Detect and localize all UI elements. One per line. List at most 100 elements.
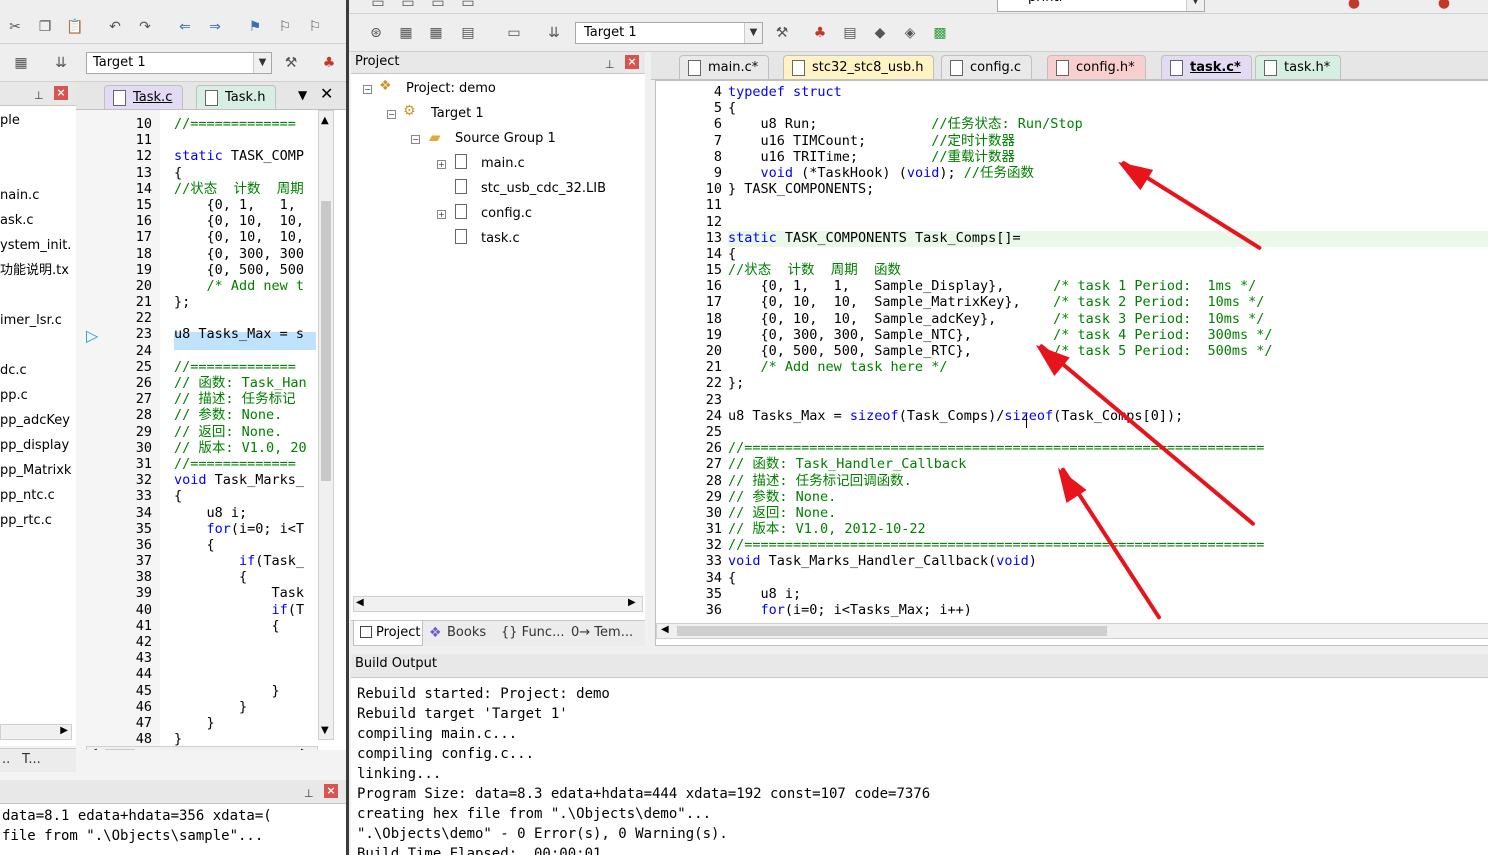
load-icon[interactable]: ⇊	[52, 54, 70, 72]
redo-icon[interactable]: ↷	[136, 18, 154, 36]
bg-list-hscroll[interactable]: ▶	[0, 724, 72, 740]
list-item[interactable]: ask.c	[0, 208, 34, 233]
find-combo[interactable]: printf ▼	[997, 0, 1205, 12]
pin-icon[interactable]: ⊥	[605, 55, 615, 75]
scroll-thumb[interactable]	[321, 201, 331, 481]
scroll-thumb[interactable]	[677, 626, 1107, 636]
diamond-icon[interactable]: ◆	[871, 24, 889, 42]
target-select[interactable]: Target 1 ▼	[575, 22, 763, 44]
project-hscroll[interactable]: ◀ ▶	[353, 596, 643, 612]
paste-icon[interactable]: 📋	[66, 18, 84, 36]
editor-hscroll[interactable]: ◀	[656, 623, 1488, 639]
save-icon[interactable]: ▭	[429, 0, 447, 12]
tab-functions[interactable]: {} Func...	[501, 622, 564, 644]
pin-icon[interactable]: ⊥	[304, 784, 314, 804]
bg-tab-task-c[interactable]: Task.c	[104, 85, 184, 109]
manage-icon[interactable]: ♣	[811, 24, 829, 42]
stop-build-icon[interactable]: ▭	[505, 24, 523, 42]
scroll-down-icon[interactable]: ▼	[321, 725, 329, 736]
list-item[interactable]: imer_lsr.c	[0, 308, 62, 333]
bg-tab-templates[interactable]: T...	[22, 749, 41, 771]
select-packs-icon[interactable]: ▤	[841, 24, 859, 42]
build-icon[interactable]: ▦	[12, 54, 30, 72]
tree-item-main-c[interactable]: main.c	[481, 151, 525, 176]
list-item[interactable]: pp.c	[0, 383, 28, 408]
list-item[interactable]: pp_adcKey	[0, 408, 70, 433]
gem-icon[interactable]: ◈	[901, 24, 919, 42]
cut-icon[interactable]: ✂	[6, 18, 24, 36]
tab-books[interactable]: Books	[447, 622, 486, 644]
close-icon[interactable]: ×	[625, 55, 639, 69]
list-item[interactable]: dc.c	[0, 358, 27, 383]
expand-icon[interactable]: +	[437, 210, 446, 219]
tab-stc32-usb-h[interactable]: stc32_stc8_usb.h	[783, 55, 935, 79]
load-icon[interactable]: ⇊	[545, 24, 563, 42]
bg-code-vscroll[interactable]: ▲ ▼	[318, 110, 334, 740]
tab-task-h[interactable]: task.h*	[1255, 55, 1342, 79]
tree-item-task-c[interactable]: task.c	[481, 226, 520, 251]
bookmark-icon[interactable]: ⚑	[246, 18, 264, 36]
expand-icon[interactable]: +	[437, 160, 446, 169]
nav-back-icon[interactable]: ⇐	[176, 18, 194, 36]
tab-list-icon[interactable]: ▼	[298, 88, 307, 102]
tree-item-target[interactable]: Target 1	[431, 101, 484, 126]
list-item[interactable]: pp_display	[0, 433, 69, 458]
bg-tab-books[interactable]: ..	[2, 749, 10, 771]
close-icon[interactable]: ×	[324, 784, 338, 798]
save-all-icon[interactable]: ▭	[459, 0, 477, 12]
code-editor[interactable]: 4 typedef struct 5{6 u8 Run; //任务状态: Run/S…	[655, 80, 1488, 646]
collapse-icon[interactable]: −	[411, 135, 420, 144]
scroll-left-icon[interactable]: ◀	[661, 624, 669, 635]
new-file-icon[interactable]: ▭	[369, 0, 387, 12]
scroll-thumb[interactable]	[105, 749, 135, 750]
collapse-icon[interactable]: −	[363, 85, 372, 94]
scroll-right-icon[interactable]: ▶	[628, 597, 636, 608]
tab-task-c[interactable]: task.c*	[1161, 55, 1252, 79]
list-item[interactable]: pp_ntc.c	[0, 483, 55, 508]
translate-icon[interactable]: ⊛	[367, 24, 385, 42]
list-item[interactable]: pp_Matrixk	[0, 458, 71, 483]
scroll-left-icon[interactable]: ◀	[356, 597, 364, 608]
tree-item-project[interactable]: Project: demo	[406, 76, 496, 101]
pin-icon[interactable]: ⊥	[34, 86, 44, 106]
manage-icon[interactable]: ♣	[320, 54, 338, 72]
undo-icon[interactable]: ↶	[106, 18, 124, 36]
batch-build-icon[interactable]: ▤	[459, 24, 477, 42]
list-item[interactable]: ple	[0, 108, 20, 133]
build-icon[interactable]: ▦	[397, 24, 415, 42]
tree-item-config-c[interactable]: config.c	[481, 201, 532, 226]
tab-config-h[interactable]: config.h*	[1047, 55, 1146, 79]
options-icon[interactable]: ⚒	[282, 54, 300, 72]
build-output-panel[interactable]: Rebuild started: Project: demo Rebuild ta…	[351, 678, 1488, 855]
scroll-left-icon[interactable]: ◀	[89, 747, 97, 750]
bookmark-next-icon[interactable]: ⚐	[306, 18, 324, 36]
bg-tab-task-h[interactable]: Task.h	[196, 85, 277, 109]
rebuild-icon[interactable]: ▦	[427, 24, 445, 42]
list-item[interactable]: nain.c	[0, 183, 39, 208]
tab-templates[interactable]: 0→ Tem...	[571, 622, 633, 644]
options-icon[interactable]: ⚒	[773, 24, 791, 42]
close-editor-icon[interactable]: ✕	[320, 84, 333, 103]
scroll-right-icon[interactable]: ▶	[301, 747, 309, 750]
debug-icon[interactable]: ●	[1345, 0, 1363, 12]
pack-installer-icon[interactable]: ▩	[931, 24, 949, 42]
bookmark-prev-icon[interactable]: ⚐	[276, 18, 294, 36]
open-icon[interactable]: ▭	[399, 0, 417, 12]
close-icon[interactable]: ×	[54, 86, 68, 100]
bg-code-hscroll[interactable]: ◀ ▶	[86, 746, 318, 750]
scroll-right-icon[interactable]: ▶	[60, 725, 68, 736]
nav-forward-icon[interactable]: ⇒	[206, 18, 224, 36]
tab-config-c[interactable]: config.c	[941, 55, 1033, 79]
list-item[interactable]: pp_rtc.c	[0, 508, 52, 533]
list-item[interactable]: 功能说明.tx	[0, 258, 69, 283]
tree-item-source-group[interactable]: Source Group 1	[455, 126, 556, 151]
tab-project[interactable]: Project	[353, 621, 423, 646]
list-item[interactable]: ystem_init.	[0, 233, 71, 258]
tab-main-c[interactable]: main.c*	[679, 55, 770, 79]
bg-code-editor[interactable]: ▷ 10//============= 11 12 static TASK_COMP 1…	[76, 110, 346, 750]
copy-icon[interactable]: ❐	[36, 18, 54, 36]
bg-target-select[interactable]: Target 1 ▼	[86, 52, 272, 74]
breakpoint-icon[interactable]: ●	[1435, 0, 1453, 12]
collapse-icon[interactable]: −	[387, 110, 396, 119]
scroll-up-icon[interactable]: ▲	[321, 115, 329, 126]
